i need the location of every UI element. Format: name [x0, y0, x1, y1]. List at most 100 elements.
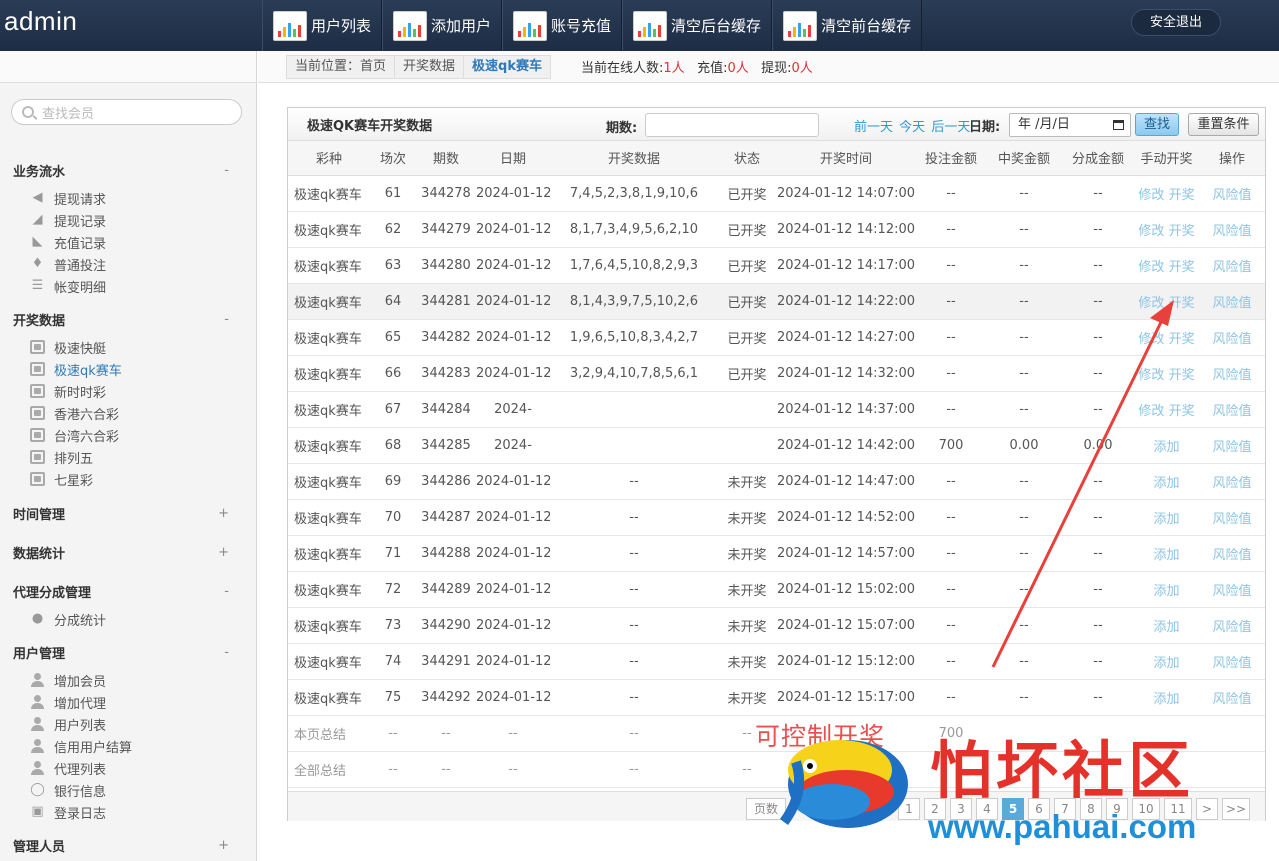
- draw-link[interactable]: 开奖: [1169, 332, 1195, 347]
- sidebar-item[interactable]: ● 分成统计: [0, 608, 257, 630]
- risk-value-link[interactable]: 风险值: [1212, 476, 1251, 491]
- risk-value-link[interactable]: 风险值: [1212, 260, 1251, 275]
- table-cell: 344286: [416, 463, 476, 500]
- toggle-icon[interactable]: -: [224, 163, 229, 178]
- edit-link[interactable]: 修改: [1138, 296, 1164, 311]
- sidebar-item[interactable]: ▣ 登录日志: [0, 801, 257, 823]
- edit-link[interactable]: 修改: [1138, 224, 1164, 239]
- risk-value-link[interactable]: 风险值: [1212, 224, 1251, 239]
- sidebar-group-title: 时间管理: [13, 507, 66, 523]
- draw-link[interactable]: 开奖: [1169, 260, 1195, 275]
- reset-button[interactable]: 重置条件: [1188, 113, 1259, 136]
- draw-link[interactable]: 开奖: [1169, 404, 1195, 419]
- risk-value-link[interactable]: 风险值: [1212, 296, 1251, 311]
- risk-value-link[interactable]: 风险值: [1212, 620, 1251, 635]
- topnav-item-0[interactable]: 用户列表: [262, 0, 383, 51]
- sidebar-group-header[interactable]: 开奖数据 -: [0, 308, 257, 330]
- risk-value-link[interactable]: 风险值: [1212, 548, 1251, 563]
- toggle-icon[interactable]: +: [218, 545, 229, 560]
- draw-link[interactable]: 开奖: [1169, 224, 1195, 239]
- toggle-icon[interactable]: -: [224, 584, 229, 599]
- sidebar-group-header[interactable]: 管理人员 +: [0, 834, 257, 856]
- toggle-icon[interactable]: -: [224, 312, 229, 327]
- risk-value-link[interactable]: 风险值: [1212, 692, 1251, 707]
- toggle-icon[interactable]: +: [218, 838, 229, 853]
- sidebar-group-header[interactable]: 用户管理 -: [0, 641, 257, 663]
- find-button[interactable]: 查找: [1135, 113, 1179, 136]
- sidebar-item[interactable]: 台湾六合彩: [0, 424, 257, 446]
- edit-link[interactable]: 修改: [1138, 332, 1164, 347]
- topnav-item-2[interactable]: 账号充值: [502, 0, 623, 51]
- sidebar-item[interactable]: ◣ 充值记录: [0, 231, 257, 253]
- sidebar-item[interactable]: ◢ 提现记录: [0, 209, 257, 231]
- add-link[interactable]: 添加: [1153, 476, 1179, 491]
- risk-value-link[interactable]: 风险值: [1212, 656, 1251, 671]
- sidebar-item[interactable]: 信用用户结算: [0, 735, 257, 757]
- topnav-item-1[interactable]: 添加用户: [382, 0, 503, 51]
- edit-link[interactable]: 修改: [1138, 260, 1164, 275]
- manual-draw-cell: 添加: [1134, 427, 1199, 464]
- page-button[interactable]: >: [1196, 798, 1218, 820]
- sidebar-item[interactable]: 用户列表: [0, 713, 257, 735]
- draw-link[interactable]: 开奖: [1169, 188, 1195, 203]
- edit-link[interactable]: 修改: [1138, 404, 1164, 419]
- risk-value-link[interactable]: 风险值: [1212, 512, 1251, 527]
- sidebar-item[interactable]: 极速快艇: [0, 336, 257, 358]
- add-link[interactable]: 添加: [1153, 656, 1179, 671]
- issue-input[interactable]: [645, 113, 819, 137]
- risk-value-link[interactable]: 风险值: [1212, 584, 1251, 599]
- date-input[interactable]: 年 /月/日: [1009, 113, 1131, 137]
- draw-link[interactable]: 开奖: [1169, 368, 1195, 383]
- prev-day-link[interactable]: 前一天: [854, 120, 893, 135]
- sidebar-item[interactable]: 香港六合彩: [0, 402, 257, 424]
- logout-button[interactable]: 安全退出: [1131, 9, 1221, 36]
- sidebar-item[interactable]: 代理列表: [0, 757, 257, 779]
- table-cell: --: [416, 751, 476, 788]
- toggle-icon[interactable]: +: [218, 506, 229, 521]
- add-link[interactable]: 添加: [1153, 512, 1179, 527]
- breadcrumb-home[interactable]: 当前位置：首页: [286, 54, 396, 79]
- risk-value-link[interactable]: 风险值: [1212, 188, 1251, 203]
- risk-value-link[interactable]: 风险值: [1212, 368, 1251, 383]
- add-link[interactable]: 添加: [1153, 440, 1179, 455]
- sidebar-item[interactable]: 极速qk赛车: [0, 358, 257, 380]
- sidebar-item[interactable]: 排列五: [0, 446, 257, 468]
- edit-link[interactable]: 修改: [1138, 188, 1164, 203]
- risk-value-link[interactable]: 风险值: [1212, 404, 1251, 419]
- sidebar-group-header[interactable]: 时间管理 +: [0, 502, 257, 524]
- sidebar-item[interactable]: 七星彩: [0, 468, 257, 490]
- table-cell: --: [916, 283, 986, 320]
- breadcrumb-section[interactable]: 开奖数据: [394, 54, 465, 79]
- sidebar-item[interactable]: 增加代理: [0, 691, 257, 713]
- sidebar-item[interactable]: 新时时彩: [0, 380, 257, 402]
- risk-value-link[interactable]: 风险值: [1212, 440, 1251, 455]
- next-day-link[interactable]: 后一天: [931, 120, 970, 135]
- sidebar-item[interactable]: 增加会员: [0, 669, 257, 691]
- add-link[interactable]: 添加: [1153, 548, 1179, 563]
- today-link[interactable]: 今天: [899, 120, 925, 135]
- calendar-icon[interactable]: [1113, 120, 1124, 130]
- page-button[interactable]: >>: [1222, 798, 1250, 820]
- sidebar-item-label: 普通投注: [54, 258, 107, 274]
- sidebar-group-header[interactable]: 业务流水 -: [0, 159, 257, 181]
- sidebar-group-header[interactable]: 代理分成管理 -: [0, 580, 257, 602]
- add-link[interactable]: 添加: [1153, 620, 1179, 635]
- action-cell: 风险值: [1199, 571, 1265, 608]
- topnav-item-3[interactable]: 清空后台缓存: [622, 0, 773, 51]
- edit-link[interactable]: 修改: [1138, 368, 1164, 383]
- toggle-icon[interactable]: -: [224, 645, 229, 660]
- sidebar-item[interactable]: ☰ 帐变明细: [0, 275, 257, 297]
- sidebar-item[interactable]: ♦ 普通投注: [0, 253, 257, 275]
- add-link[interactable]: 添加: [1153, 584, 1179, 599]
- sidebar-item[interactable]: ◯ 银行信息: [0, 779, 257, 801]
- risk-value-link[interactable]: 风险值: [1212, 332, 1251, 347]
- sidebar-item[interactable]: ◀ 提现请求: [0, 187, 257, 209]
- watermark-url: www.pahuai.com: [928, 808, 1197, 845]
- draw-link[interactable]: 开奖: [1169, 296, 1195, 311]
- topnav-item-4[interactable]: 清空前台缓存: [772, 0, 923, 51]
- table-cell: --: [986, 355, 1062, 392]
- chart-icon: [393, 10, 428, 41]
- member-search-input[interactable]: 查找会员: [11, 99, 242, 125]
- sidebar-group-header[interactable]: 数据统计 +: [0, 541, 257, 563]
- add-link[interactable]: 添加: [1153, 692, 1179, 707]
